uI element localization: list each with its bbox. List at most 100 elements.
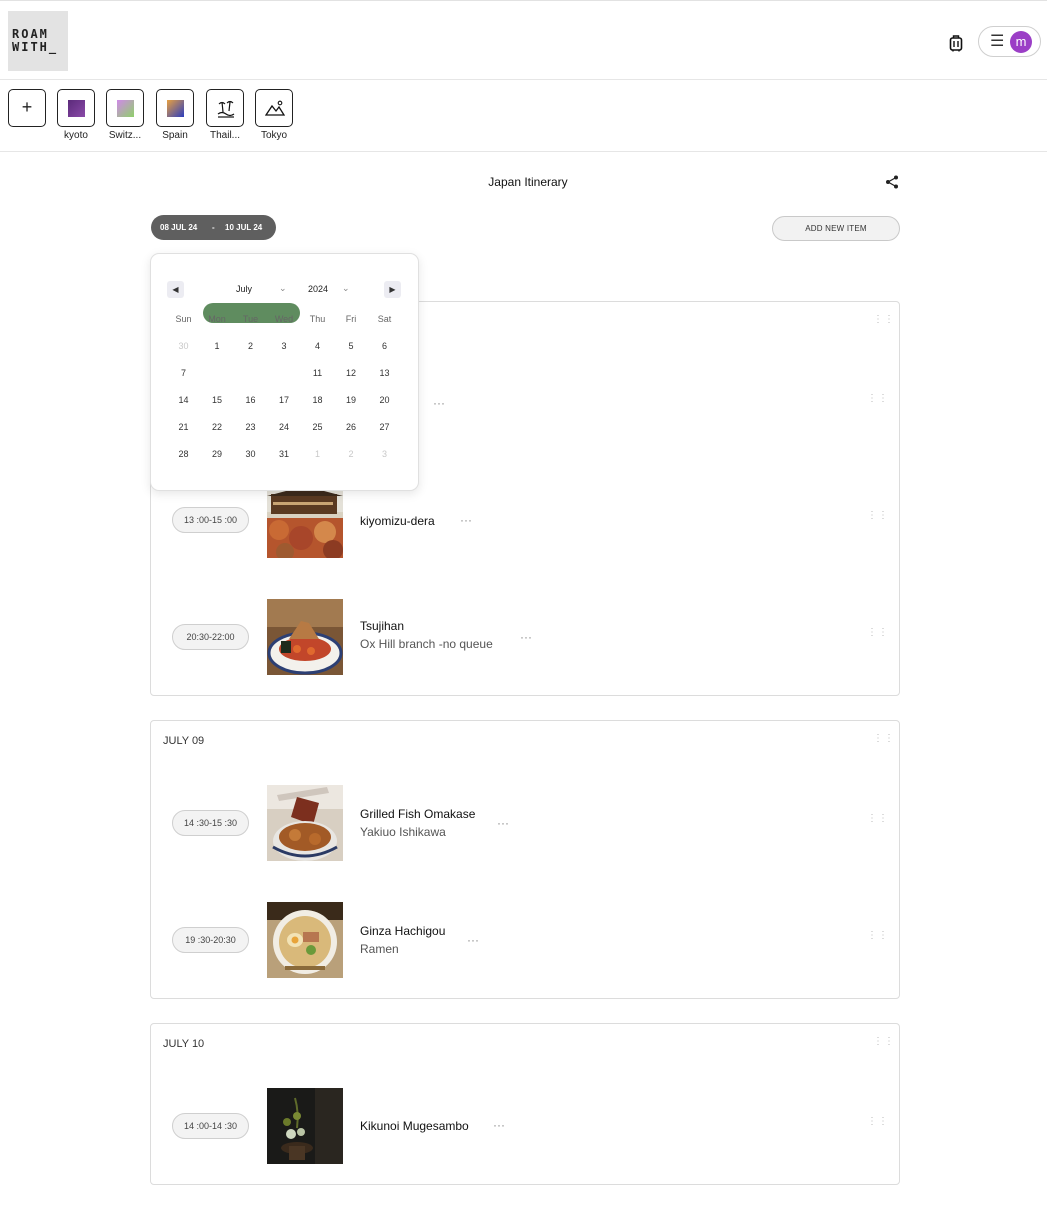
- calendar-day[interactable]: 11: [301, 368, 334, 378]
- trip-label: Thail...: [209, 130, 240, 141]
- trip-kyoto[interactable]: kyoto: [52, 89, 100, 141]
- date-picker-popover: ◀ July ⌄ 2024 ⌄ ▶ Sun Mon Tue Wed Thu Fr…: [150, 253, 419, 491]
- calendar-day-selected[interactable]: 9: [234, 368, 267, 378]
- calendar-day[interactable]: 20: [368, 395, 401, 405]
- more-options-icon[interactable]: ···: [497, 816, 509, 830]
- calendar-day[interactable]: 26: [335, 422, 368, 432]
- month-select[interactable]: July: [236, 284, 252, 294]
- more-options-icon[interactable]: ···: [433, 396, 445, 410]
- drag-handle-icon[interactable]: ⋮⋮: [867, 1117, 888, 1132]
- calendar-day[interactable]: 2: [335, 449, 368, 459]
- more-options-icon[interactable]: ···: [493, 1118, 505, 1132]
- calendar-day[interactable]: 6: [368, 341, 401, 351]
- item-name[interactable]: kiyomizu-dera: [360, 514, 435, 528]
- trip-tokyo[interactable]: Tokyo: [250, 89, 298, 141]
- calendar-day[interactable]: 17: [268, 395, 301, 405]
- drag-handle-icon[interactable]: ⋮⋮: [873, 1037, 894, 1052]
- app-logo[interactable]: ROAM WITH_: [8, 11, 68, 71]
- drag-handle-icon[interactable]: ⋮⋮: [867, 394, 888, 409]
- calendar-day[interactable]: 18: [301, 395, 334, 405]
- itinerary-item: 14 :00-14 :30 Kikunoi Mugesambo ··· ⋮⋮: [151, 1088, 899, 1164]
- logo-line-2: WITH_: [12, 40, 59, 54]
- calendar-day[interactable]: 30: [167, 341, 200, 351]
- add-new-item-button[interactable]: ADD NEW ITEM: [772, 216, 900, 241]
- trip-label: Tokyo: [260, 130, 288, 141]
- item-name[interactable]: Tsujihan: [360, 619, 404, 633]
- calendar-day[interactable]: 21: [167, 422, 200, 432]
- account-menu-button[interactable]: ☰ m: [978, 26, 1041, 57]
- more-options-icon[interactable]: ···: [467, 933, 479, 947]
- item-photo: [267, 1088, 343, 1164]
- item-name[interactable]: Grilled Fish Omakase: [360, 807, 475, 821]
- calendar-day[interactable]: 31: [268, 449, 301, 459]
- calendar-day[interactable]: 3: [368, 449, 401, 459]
- luggage-icon[interactable]: [946, 33, 966, 53]
- calendar-day[interactable]: 5: [335, 341, 368, 351]
- calendar-day[interactable]: 3: [268, 341, 301, 351]
- calendar-day[interactable]: 16: [234, 395, 267, 405]
- time-pill[interactable]: 14 :30-15 :30: [172, 810, 249, 836]
- more-options-icon[interactable]: ···: [520, 630, 532, 644]
- calendar-day[interactable]: 28: [167, 449, 200, 459]
- calendar-day[interactable]: 1: [201, 341, 234, 351]
- calendar-day[interactable]: 23: [234, 422, 267, 432]
- drag-handle-icon[interactable]: ⋮⋮: [867, 814, 888, 829]
- calendar-day[interactable]: 24: [268, 422, 301, 432]
- item-name[interactable]: Kikunoi Mugesambo: [360, 1119, 469, 1133]
- calendar-day[interactable]: 25: [301, 422, 334, 432]
- calendar-day[interactable]: 1: [301, 449, 334, 459]
- calendar-day[interactable]: 14: [167, 395, 200, 405]
- calendar-day[interactable]: 12: [335, 368, 368, 378]
- day-title: JULY 10: [163, 1038, 205, 1050]
- trip-thailand[interactable]: Thail...: [201, 89, 249, 141]
- chevron-down-icon[interactable]: ⌄: [279, 283, 287, 294]
- add-trip-button[interactable]: +: [3, 89, 51, 127]
- year-select[interactable]: 2024: [308, 284, 328, 294]
- date-range-picker[interactable]: 08 JUL 24 - 10 JUL 24: [151, 215, 276, 240]
- drag-handle-icon[interactable]: ⋮⋮: [873, 734, 894, 749]
- calendar-day[interactable]: 15: [201, 395, 234, 405]
- trip-spain[interactable]: Spain: [151, 89, 199, 141]
- chevron-down-icon[interactable]: ⌄: [342, 283, 350, 294]
- calendar-day[interactable]: 30: [234, 449, 267, 459]
- itinerary-item: 14 :30-15 :30 Grilled Fish Omakase Yakiu…: [151, 785, 899, 861]
- itinerary-item: 20:30-22:00 Tsujihan Ox Hill branch -no …: [151, 599, 899, 675]
- time-pill[interactable]: 19 :30-20:30: [172, 927, 249, 953]
- drag-handle-icon[interactable]: ⋮⋮: [867, 511, 888, 526]
- calendar-week: 28 29 30 31 1 2 3: [167, 449, 401, 476]
- calendar-week: 21 22 23 24 25 26 27: [167, 422, 401, 449]
- prev-month-icon[interactable]: ◀: [167, 281, 184, 298]
- hamburger-icon: ☰: [990, 33, 1005, 50]
- calendar-day[interactable]: 2: [234, 341, 267, 351]
- calendar-day[interactable]: 19: [335, 395, 368, 405]
- item-photo: [267, 599, 343, 675]
- next-month-icon[interactable]: ▶: [384, 281, 401, 298]
- drag-handle-icon[interactable]: ⋮⋮: [867, 931, 888, 946]
- item-name[interactable]: Ginza Hachigou: [360, 924, 445, 938]
- itinerary-item: 13 :00-15 :00 kiyomizu-dera ··· ⋮⋮: [151, 482, 899, 558]
- item-photo: [267, 785, 343, 861]
- time-pill[interactable]: 20:30-22:00: [172, 624, 249, 650]
- day-card: JULY 09 ⋮⋮ 14 :30-15 :30 Grilled Fish Om…: [150, 720, 900, 999]
- time-pill[interactable]: 13 :00-15 :00: [172, 507, 249, 533]
- calendar-grid: Sun Mon Tue Wed Thu Fri Sat 30 1 2 3 4 5…: [167, 314, 401, 476]
- trip-switzerland[interactable]: Switz...: [101, 89, 149, 141]
- trip-label: Switz...: [108, 130, 142, 141]
- more-options-icon[interactable]: ···: [460, 513, 472, 527]
- item-photo: [267, 482, 343, 558]
- drag-handle-icon[interactable]: ⋮⋮: [867, 628, 888, 643]
- calendar-day[interactable]: 22: [201, 422, 234, 432]
- calendar-day[interactable]: 13: [368, 368, 401, 378]
- calendar-day[interactable]: 7: [167, 368, 200, 378]
- trip-label: Spain: [162, 130, 188, 141]
- calendar-week: 30 1 2 3 4 5 6: [167, 341, 401, 368]
- calendar-day[interactable]: 27: [368, 422, 401, 432]
- drag-handle-icon[interactable]: ⋮⋮: [873, 315, 894, 330]
- weekday-label: Sat: [377, 314, 392, 324]
- calendar-day[interactable]: 29: [201, 449, 234, 459]
- time-pill[interactable]: 14 :00-14 :30: [172, 1113, 249, 1139]
- calendar-day-selected[interactable]: 10: [268, 368, 301, 378]
- calendar-day[interactable]: 4: [301, 341, 334, 351]
- share-icon[interactable]: [884, 174, 900, 190]
- calendar-day-selected[interactable]: 8: [201, 368, 234, 378]
